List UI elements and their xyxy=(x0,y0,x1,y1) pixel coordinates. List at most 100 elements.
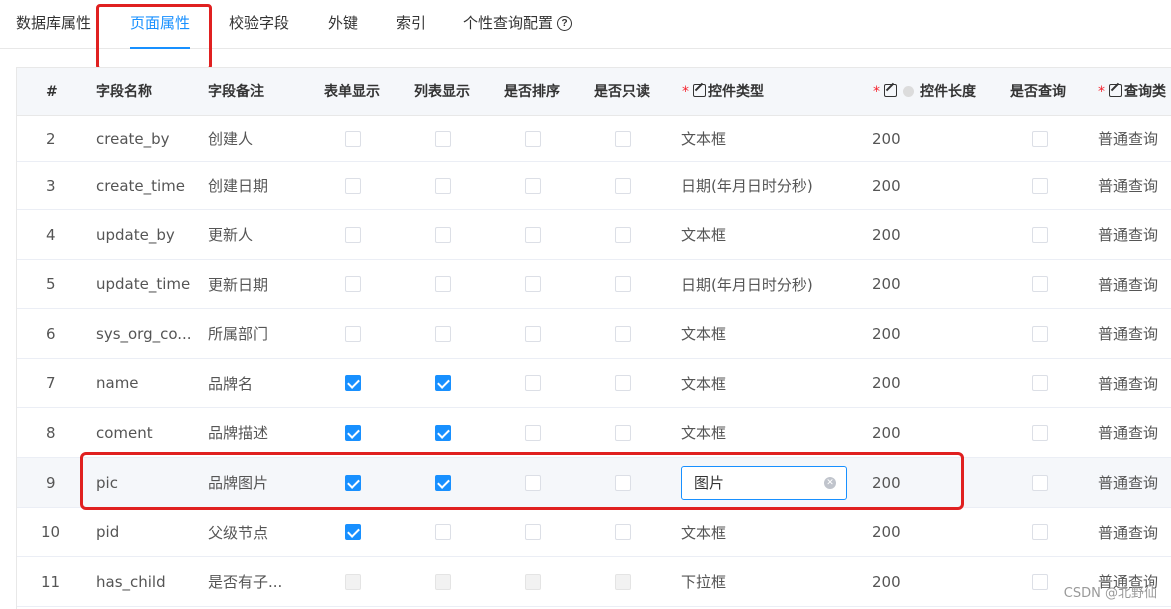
list-show-checkbox[interactable] xyxy=(435,130,451,147)
tab-custom-query-config[interactable]: 个性查询配置? xyxy=(463,0,573,46)
query-type: 普通查询 xyxy=(1098,424,1159,442)
field-name: update_time xyxy=(96,275,191,293)
form-show-checkbox[interactable] xyxy=(345,375,361,391)
question-circle-icon[interactable]: ? xyxy=(557,16,573,31)
form-show-cell xyxy=(345,210,361,259)
tab-database-properties[interactable]: 数据库属性 xyxy=(16,0,91,46)
edit-icon xyxy=(1109,84,1122,97)
sortable-cell xyxy=(525,408,541,457)
form-show-checkbox[interactable] xyxy=(345,177,361,194)
control-type-select[interactable]: 图片 ✕ xyxy=(681,465,847,500)
is-query-checkbox[interactable] xyxy=(1032,226,1048,243)
query-type: 普通查询 xyxy=(1098,374,1159,393)
table-row: 11 has_child 是否有子... 下拉框 200 普通查询 xyxy=(17,557,1171,607)
readonly-checkbox[interactable] xyxy=(615,276,631,292)
sortable-cell xyxy=(525,116,541,161)
sortable-checkbox[interactable] xyxy=(525,375,541,391)
list-show-checkbox[interactable] xyxy=(435,177,451,194)
readonly-checkbox[interactable] xyxy=(615,177,631,194)
is-query-checkbox[interactable] xyxy=(1032,130,1048,147)
is-query-checkbox[interactable] xyxy=(1032,524,1048,540)
readonly-cell xyxy=(615,210,631,259)
form-show-checkbox[interactable] xyxy=(345,325,361,342)
edit-icon xyxy=(884,84,897,97)
list-show-checkbox[interactable] xyxy=(435,524,451,540)
form-show-checkbox[interactable] xyxy=(345,474,361,491)
tab-validation-fields[interactable]: 校验字段 xyxy=(229,0,289,46)
form-show-checkbox[interactable] xyxy=(345,276,361,292)
form-show-checkbox xyxy=(345,573,361,590)
readonly-checkbox[interactable] xyxy=(615,226,631,243)
list-show-cell xyxy=(435,309,451,358)
is-query-checkbox[interactable] xyxy=(1032,424,1048,441)
control-type: 文本框 xyxy=(681,325,727,343)
sortable-cell xyxy=(525,359,541,407)
header-control-type-label: 控件类型 xyxy=(708,84,764,100)
readonly-checkbox[interactable] xyxy=(615,524,631,540)
sortable-checkbox[interactable] xyxy=(525,226,541,243)
sortable-cell xyxy=(525,260,541,308)
control-type: 下拉框 xyxy=(681,573,727,591)
is-query-checkbox[interactable] xyxy=(1032,276,1048,292)
form-show-checkbox[interactable] xyxy=(345,130,361,147)
form-show-cell xyxy=(345,359,361,407)
list-show-checkbox[interactable] xyxy=(435,226,451,243)
is-query-checkbox[interactable] xyxy=(1032,177,1048,194)
row-index: 9 xyxy=(46,473,56,492)
control-type: 文本框 xyxy=(681,424,727,442)
sortable-checkbox[interactable] xyxy=(525,325,541,342)
readonly-checkbox[interactable] xyxy=(615,130,631,147)
tab-indexes[interactable]: 索引 xyxy=(396,0,426,46)
field-name: pid xyxy=(96,523,120,541)
row-index: 7 xyxy=(46,374,56,392)
list-show-checkbox[interactable] xyxy=(435,276,451,292)
list-show-checkbox[interactable] xyxy=(435,474,451,491)
list-show-checkbox[interactable] xyxy=(435,424,451,441)
list-show-cell xyxy=(435,458,451,507)
list-show-checkbox[interactable] xyxy=(435,325,451,342)
readonly-checkbox[interactable] xyxy=(615,325,631,342)
info-icon xyxy=(903,86,914,97)
is-query-checkbox[interactable] xyxy=(1032,375,1048,391)
control-length: 200 xyxy=(872,225,901,244)
readonly-cell xyxy=(615,458,631,507)
sortable-checkbox[interactable] xyxy=(525,424,541,441)
sortable-checkbox[interactable] xyxy=(525,130,541,147)
query-type: 普通查询 xyxy=(1098,130,1159,148)
is-query-checkbox[interactable] xyxy=(1032,573,1048,590)
tab-foreign-keys[interactable]: 外键 xyxy=(328,0,358,46)
control-type: 日期(年月日时分秒) xyxy=(681,275,813,294)
header-field-remark: 字段备注 xyxy=(208,84,264,100)
sortable-checkbox[interactable] xyxy=(525,177,541,194)
is-query-checkbox[interactable] xyxy=(1032,325,1048,342)
control-length: 200 xyxy=(872,423,901,442)
readonly-checkbox[interactable] xyxy=(615,375,631,391)
sortable-checkbox[interactable] xyxy=(525,276,541,292)
header-form-show: 表单显示 xyxy=(324,84,380,100)
sortable-checkbox[interactable] xyxy=(525,474,541,491)
form-show-checkbox[interactable] xyxy=(345,424,361,441)
table-row: 4 update_by 更新人 文本框 200 普通查询 xyxy=(17,210,1171,260)
tab-custom-query-config-label: 个性查询配置 xyxy=(463,14,554,32)
control-length: 200 xyxy=(872,176,901,195)
query-type: 普通查询 xyxy=(1098,523,1159,542)
tab-page-properties[interactable]: 页面属性 xyxy=(130,0,191,49)
form-show-checkbox[interactable] xyxy=(345,524,361,540)
form-show-cell xyxy=(345,557,361,606)
readonly-checkbox[interactable] xyxy=(615,474,631,491)
table-row: 7 name 品牌名 文本框 200 普通查询 xyxy=(17,359,1171,408)
watermark: CSDN @北野仙 xyxy=(1063,586,1157,601)
is-query-checkbox[interactable] xyxy=(1032,474,1048,491)
control-type: 文本框 xyxy=(681,374,727,393)
form-show-cell xyxy=(345,458,361,507)
field-remark: 父级节点 xyxy=(208,523,269,542)
clear-icon[interactable]: ✕ xyxy=(824,476,836,489)
control-length: 200 xyxy=(872,473,901,492)
sortable-checkbox[interactable] xyxy=(525,524,541,540)
form-show-checkbox[interactable] xyxy=(345,226,361,243)
readonly-checkbox[interactable] xyxy=(615,424,631,441)
control-length: 200 xyxy=(872,374,901,392)
list-show-checkbox[interactable] xyxy=(435,375,451,391)
sortable-cell xyxy=(525,458,541,507)
table-row: 6 sys_org_co... 所属部门 文本框 200 普通查询 xyxy=(17,309,1171,359)
